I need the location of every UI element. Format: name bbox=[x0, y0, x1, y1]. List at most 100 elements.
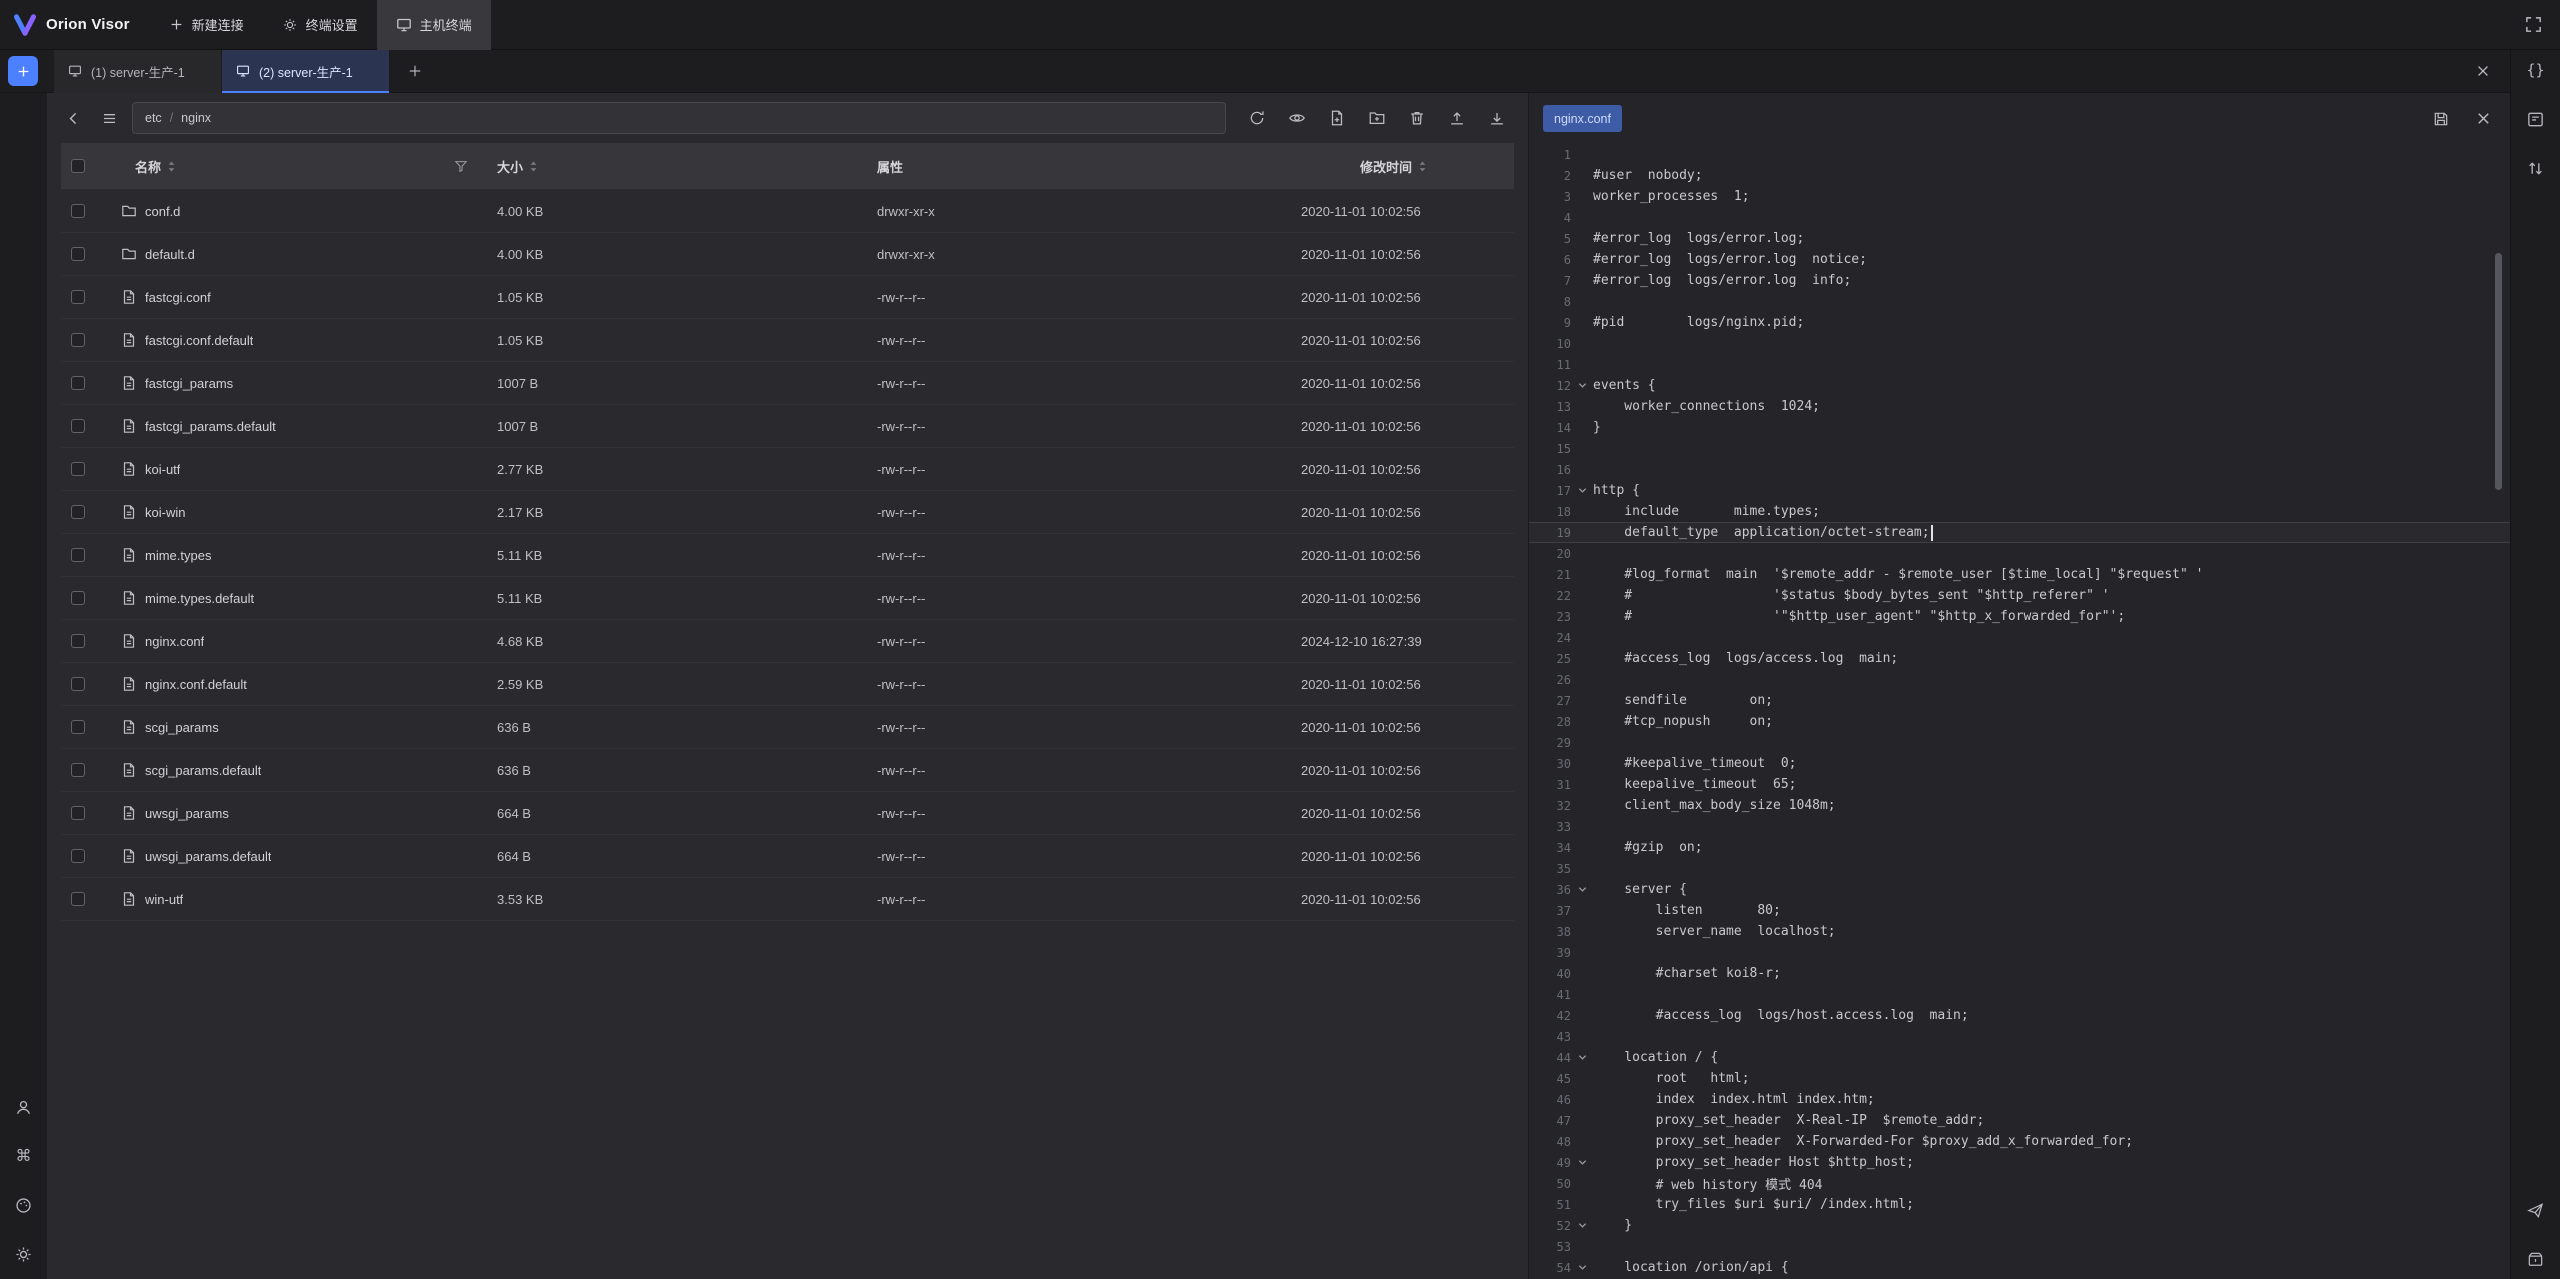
code-line[interactable]: 19 default_type application/octet-stream… bbox=[1529, 522, 2510, 543]
code-line[interactable]: 37 listen 80; bbox=[1529, 900, 2510, 921]
column-header-mtime[interactable]: 修改时间 bbox=[1295, 143, 1514, 189]
code-area[interactable]: 12#user nobody;3worker_processes 1;45#er… bbox=[1529, 144, 2510, 1279]
sort-carets-icon[interactable] bbox=[528, 159, 539, 174]
row-checkbox[interactable] bbox=[61, 720, 117, 734]
fold-chevron-icon[interactable] bbox=[1571, 1220, 1593, 1231]
code-line[interactable]: 50 # web history 模式 404 bbox=[1529, 1173, 2510, 1194]
code-line[interactable]: 16 bbox=[1529, 459, 2510, 480]
file-name-cell[interactable]: fastcgi_params bbox=[117, 375, 487, 391]
fullscreen-icon[interactable] bbox=[2520, 12, 2546, 38]
code-line[interactable]: 36 server { bbox=[1529, 879, 2510, 900]
code-line[interactable]: 29 bbox=[1529, 732, 2510, 753]
tab-server-2[interactable]: (2) server-生产-1 bbox=[222, 50, 390, 93]
code-line[interactable]: 3worker_processes 1; bbox=[1529, 186, 2510, 207]
settings-gear-icon[interactable] bbox=[11, 1241, 37, 1267]
new-file-icon[interactable] bbox=[1324, 105, 1350, 131]
package-icon[interactable] bbox=[2523, 1246, 2549, 1272]
file-name-cell[interactable]: mime.types.default bbox=[117, 590, 487, 606]
save-icon[interactable] bbox=[2428, 106, 2454, 132]
new-connection-button[interactable] bbox=[8, 56, 38, 86]
table-row[interactable]: mime.types.default5.11 KB-rw-r--r--2020-… bbox=[61, 577, 1514, 620]
file-name-cell[interactable]: scgi_params.default bbox=[117, 762, 487, 778]
code-line[interactable]: 12events { bbox=[1529, 375, 2510, 396]
tab-server-1[interactable]: (1) server-生产-1 bbox=[54, 50, 222, 93]
row-checkbox[interactable] bbox=[61, 548, 117, 562]
send-icon[interactable] bbox=[2523, 1197, 2549, 1223]
table-row[interactable]: scgi_params.default636 B-rw-r--r--2020-1… bbox=[61, 749, 1514, 792]
table-row[interactable]: fastcgi_params.default1007 B-rw-r--r--20… bbox=[61, 405, 1514, 448]
table-row[interactable]: scgi_params636 B-rw-r--r--2020-11-01 10:… bbox=[61, 706, 1514, 749]
code-line[interactable]: 15 bbox=[1529, 438, 2510, 459]
menu-host-terminal[interactable]: 主机终端 bbox=[377, 0, 491, 50]
table-row[interactable]: koi-win2.17 KB-rw-r--r--2020-11-01 10:02… bbox=[61, 491, 1514, 534]
fold-chevron-icon[interactable] bbox=[1571, 884, 1593, 895]
code-line[interactable]: 22 # '$status $body_bytes_sent "$http_re… bbox=[1529, 585, 2510, 606]
code-line[interactable]: 52 } bbox=[1529, 1215, 2510, 1236]
code-line[interactable]: 7#error_log logs/error.log info; bbox=[1529, 270, 2510, 291]
code-line[interactable]: 14} bbox=[1529, 417, 2510, 438]
code-line[interactable]: 42 #access_log logs/host.access.log main… bbox=[1529, 1005, 2510, 1026]
code-line[interactable]: 45 root html; bbox=[1529, 1068, 2510, 1089]
row-checkbox[interactable] bbox=[61, 892, 117, 906]
table-row[interactable]: fastcgi.conf.default1.05 KB-rw-r--r--202… bbox=[61, 319, 1514, 362]
code-line[interactable]: 30 #keepalive_timeout 0; bbox=[1529, 753, 2510, 774]
row-checkbox[interactable] bbox=[61, 290, 117, 304]
row-checkbox[interactable] bbox=[61, 247, 117, 261]
code-line[interactable]: 31 keepalive_timeout 65; bbox=[1529, 774, 2510, 795]
fold-chevron-icon[interactable] bbox=[1571, 1052, 1593, 1063]
file-name-cell[interactable]: nginx.conf.default bbox=[117, 676, 487, 692]
braces-icon[interactable]: {} bbox=[2523, 57, 2549, 83]
code-line[interactable]: 54 location /orion/api { bbox=[1529, 1257, 2510, 1278]
command-shortcut-icon[interactable]: ⌘ bbox=[11, 1143, 37, 1169]
row-checkbox[interactable] bbox=[61, 634, 117, 648]
sort-carets-icon[interactable] bbox=[1417, 159, 1428, 174]
code-line[interactable]: 25 #access_log logs/access.log main; bbox=[1529, 648, 2510, 669]
code-line[interactable]: 47 proxy_set_header X-Real-IP $remote_ad… bbox=[1529, 1110, 2510, 1131]
file-name-cell[interactable]: fastcgi.conf.default bbox=[117, 332, 487, 348]
code-line[interactable]: 26 bbox=[1529, 669, 2510, 690]
table-row[interactable]: default.d4.00 KBdrwxr-xr-x2020-11-01 10:… bbox=[61, 233, 1514, 276]
file-editor-icon[interactable] bbox=[2523, 106, 2549, 132]
fold-chevron-icon[interactable] bbox=[1571, 1157, 1593, 1168]
sort-carets-icon[interactable] bbox=[166, 159, 177, 174]
list-view-icon[interactable] bbox=[96, 105, 122, 131]
code-line[interactable]: 32 client_max_body_size 1048m; bbox=[1529, 795, 2510, 816]
filter-funnel-icon[interactable] bbox=[453, 158, 469, 174]
code-line[interactable]: 4 bbox=[1529, 207, 2510, 228]
code-line[interactable]: 40 #charset koi8-r; bbox=[1529, 963, 2510, 984]
table-row[interactable]: nginx.conf.default2.59 KB-rw-r--r--2020-… bbox=[61, 663, 1514, 706]
code-line[interactable]: 23 # '"$http_user_agent" "$http_x_forwar… bbox=[1529, 606, 2510, 627]
breadcrumb-segment-nginx[interactable]: nginx bbox=[181, 111, 211, 125]
eye-icon[interactable] bbox=[1284, 105, 1310, 131]
code-line[interactable]: 51 try_files $uri $uri/ /index.html; bbox=[1529, 1194, 2510, 1215]
brand[interactable]: Orion Visor bbox=[0, 14, 150, 36]
code-line[interactable]: 5#error_log logs/error.log; bbox=[1529, 228, 2510, 249]
row-checkbox[interactable] bbox=[61, 677, 117, 691]
theme-icon[interactable] bbox=[11, 1192, 37, 1218]
code-line[interactable]: 17http { bbox=[1529, 480, 2510, 501]
code-line[interactable]: 46 index index.html index.htm; bbox=[1529, 1089, 2510, 1110]
table-row[interactable]: mime.types5.11 KB-rw-r--r--2020-11-01 10… bbox=[61, 534, 1514, 577]
code-line[interactable]: 1 bbox=[1529, 144, 2510, 165]
breadcrumb[interactable]: etc / nginx bbox=[132, 102, 1226, 134]
table-row[interactable]: fastcgi.conf1.05 KB-rw-r--r--2020-11-01 … bbox=[61, 276, 1514, 319]
code-line[interactable]: 24 bbox=[1529, 627, 2510, 648]
code-line[interactable]: 35 bbox=[1529, 858, 2510, 879]
code-line[interactable]: 13 worker_connections 1024; bbox=[1529, 396, 2510, 417]
row-checkbox[interactable] bbox=[61, 333, 117, 347]
code-line[interactable]: 21 #log_format main '$remote_addr - $rem… bbox=[1529, 564, 2510, 585]
file-name-cell[interactable]: scgi_params bbox=[117, 719, 487, 735]
row-checkbox[interactable] bbox=[61, 806, 117, 820]
file-name-cell[interactable]: uwsgi_params bbox=[117, 805, 487, 821]
add-tab-icon[interactable] bbox=[402, 58, 428, 84]
editor-scrollbar[interactable] bbox=[2495, 253, 2502, 490]
code-line[interactable]: 43 bbox=[1529, 1026, 2510, 1047]
file-name-cell[interactable]: fastcgi_params.default bbox=[117, 418, 487, 434]
file-name-cell[interactable]: uwsgi_params.default bbox=[117, 848, 487, 864]
download-icon[interactable] bbox=[1484, 105, 1510, 131]
code-line[interactable]: 27 sendfile on; bbox=[1529, 690, 2510, 711]
file-name-cell[interactable]: win-utf bbox=[117, 891, 487, 907]
column-header-name[interactable]: 名称 bbox=[117, 143, 487, 189]
code-line[interactable]: 2#user nobody; bbox=[1529, 165, 2510, 186]
menu-terminal-settings[interactable]: 终端设置 bbox=[263, 0, 377, 50]
